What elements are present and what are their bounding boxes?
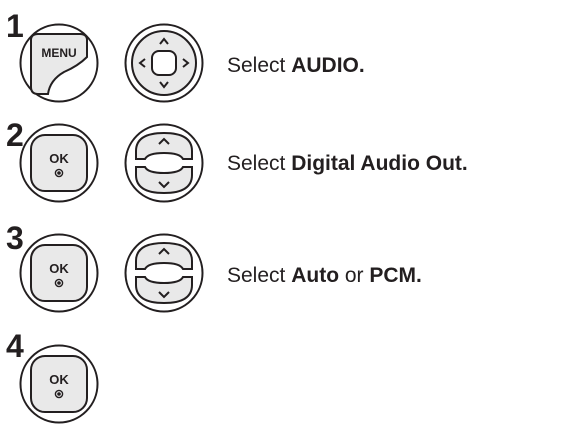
step-instruction: Select Digital Audio Out. [227, 152, 468, 175]
step-instruction: Select AUDIO. [227, 54, 365, 77]
ok-button[interactable]: OK [18, 343, 100, 425]
menu-button[interactable]: MENU [18, 22, 100, 104]
navigation-pad[interactable] [123, 22, 205, 104]
menu-label: MENU [41, 46, 77, 60]
step-instruction: Select Auto or PCM. [227, 264, 422, 287]
ok-label: OK [49, 261, 69, 276]
ok-label: OK [49, 372, 69, 387]
ok-button[interactable]: OK [18, 122, 100, 204]
up-down-button[interactable] [123, 232, 205, 314]
ok-button[interactable]: OK [18, 232, 100, 314]
up-down-button[interactable] [123, 122, 205, 204]
ok-label: OK [49, 151, 69, 166]
